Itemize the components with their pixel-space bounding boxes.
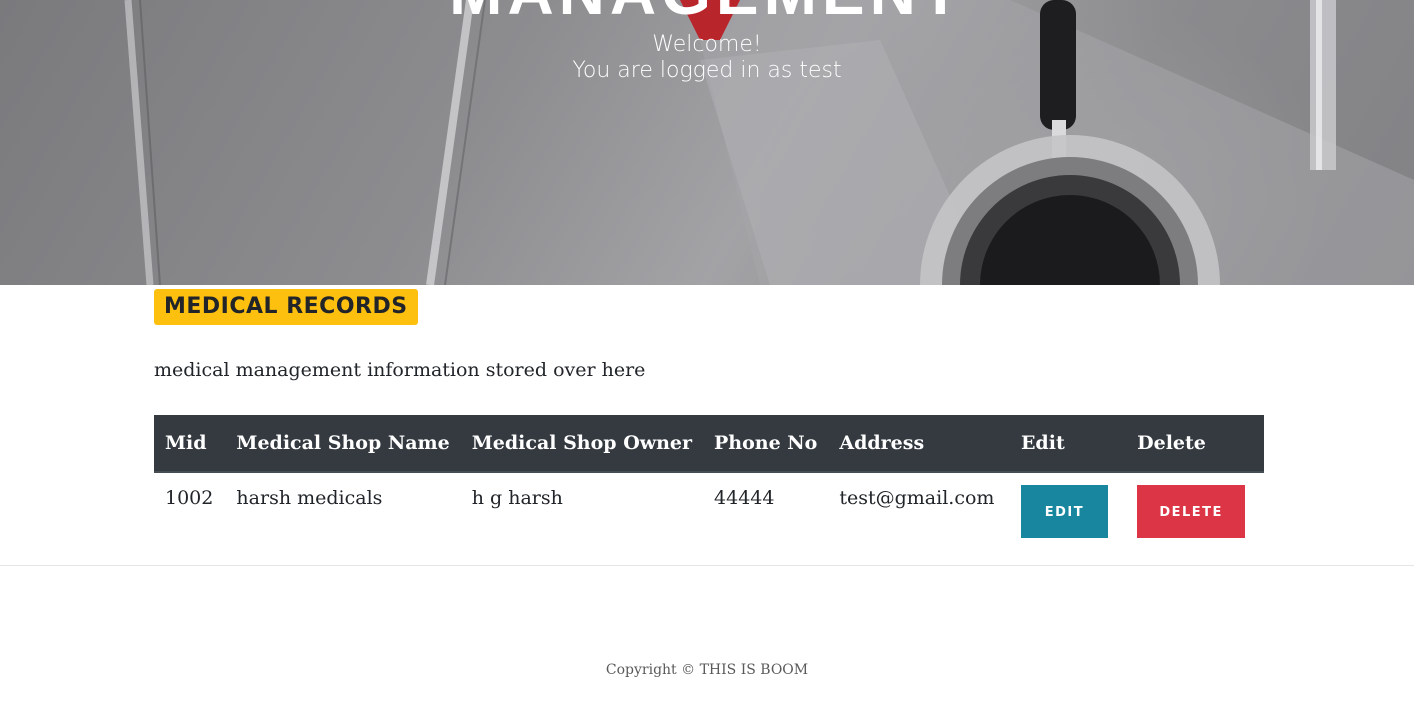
cell-shop-name: harsh medicals [225,471,461,559]
header-delete: Delete [1126,415,1264,473]
header-shop-name: Medical Shop Name [225,415,461,473]
header-address: Address [828,415,1010,473]
edit-button[interactable]: EDIT [1020,485,1108,538]
header-mid: Mid [154,415,226,473]
footer-copyright: Copyright © THIS IS BOOM [605,662,809,678]
header-phone: Phone No [703,415,829,473]
hero-banner: MANAGEMENT Welcome! You are logged in as… [0,0,1414,285]
cell-phone: 44444 [703,471,829,559]
cell-shop-owner: h g harsh [460,471,704,559]
hero-title: MANAGEMENT [0,0,1414,24]
medical-records-table: Mid Medical Shop Name Medical Shop Owner… [154,415,1264,559]
logged-in-text: You are logged in as test [572,58,842,83]
cell-edit: EDIT [1009,471,1127,559]
header-shop-owner: Medical Shop Owner [460,415,704,473]
welcome-text: Welcome! [652,32,762,57]
section-title-badge: MEDICAL RECORDS [154,289,418,325]
cell-delete: DELETE [1126,471,1264,559]
cell-address: test@gmail.com [828,471,1010,559]
cell-mid: 1002 [154,471,226,559]
header-edit: Edit [1009,415,1127,473]
table-header-row: Mid Medical Shop Name Medical Shop Owner… [154,415,1264,473]
delete-button[interactable]: DELETE [1137,485,1246,538]
footer-divider [0,565,1414,566]
section-description: medical management information stored ov… [154,359,646,381]
table-row: 1002 harsh medicals h g harsh 44444 test… [154,471,1264,559]
